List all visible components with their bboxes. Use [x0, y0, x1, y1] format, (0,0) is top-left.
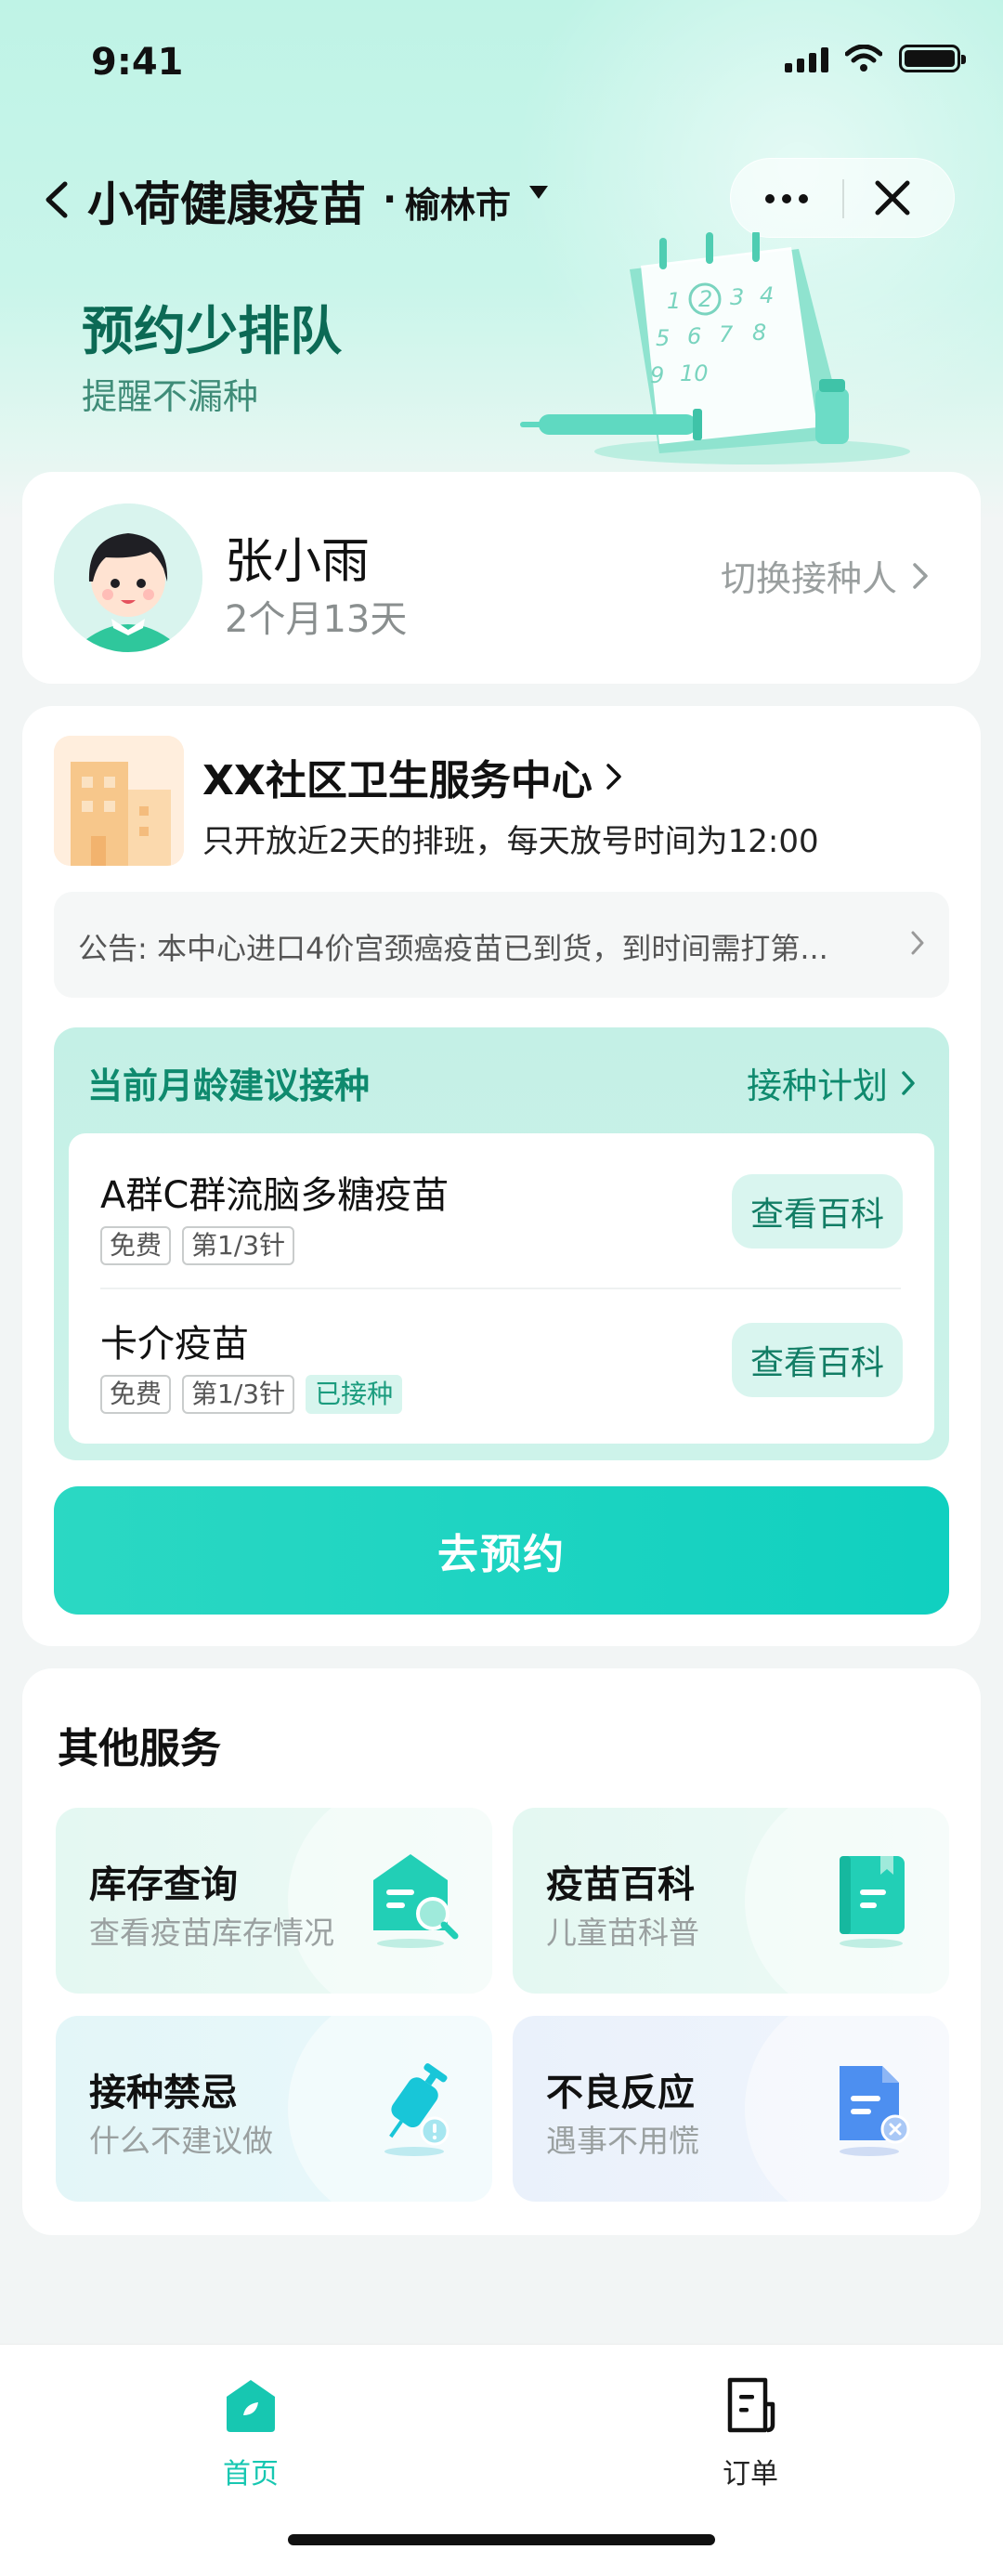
order-icon [727, 2377, 775, 2433]
vaccine-name: A群C群流脑多糖疫苗 [100, 1174, 449, 1217]
other-services-card: 其他服务 库存查询 查看疫苗库存情况 疫苗百科 儿童苗科普 接种禁忌 什么不建议… [22, 1668, 981, 2235]
wifi-icon [845, 45, 882, 72]
caret-down-icon[interactable] [529, 186, 548, 199]
tab-home[interactable]: 首页 [158, 2376, 344, 2506]
services-title: 其他服务 [58, 1725, 221, 1772]
capsule-divider [842, 179, 844, 218]
calendar-number: 2 [698, 286, 712, 312]
document-error-icon [840, 2066, 910, 2156]
service-subtitle: 查看疫苗库存情况 [89, 1915, 334, 1951]
service-subtitle: 儿童苗科普 [546, 1915, 699, 1951]
vaccination-plan-label: 接种计划 [746, 1066, 888, 1106]
service-inventory-query[interactable]: 库存查询 查看疫苗库存情况 [56, 1808, 492, 1994]
free-tag: 免费 [100, 1226, 172, 1265]
service-vaccine-wiki[interactable]: 疫苗百科 儿童苗科普 [513, 1808, 949, 1994]
vaccination-plan-link[interactable]: 接种计划 [747, 1057, 918, 1108]
banner-title: 预约少排队 [82, 302, 342, 362]
recommended-title: 当前月龄建议接种 [87, 1066, 371, 1106]
chevron-right-icon [902, 1070, 915, 1095]
mini-program-capsule [730, 158, 955, 238]
view-wiki-button[interactable]: 查看百科 [732, 1323, 903, 1397]
service-title: 接种禁忌 [89, 2072, 238, 2114]
service-title: 不良反应 [546, 2072, 695, 2114]
home-icon [227, 2380, 275, 2432]
vaccine-name: 卡介疫苗 [100, 1323, 249, 1366]
service-title: 库存查询 [89, 1863, 238, 1906]
clinic-name: XX社区卫生服务中心 [202, 757, 593, 804]
dose-tag: 第1/3针 [182, 1375, 295, 1414]
battery-icon [899, 45, 966, 72]
service-subtitle: 遇事不用慌 [546, 2123, 699, 2159]
chevron-right-icon [913, 562, 928, 589]
tab-label: 首页 [223, 2458, 279, 2491]
recipient-card: 张小雨 2个月13天 切换接种人 [22, 472, 981, 684]
close-icon[interactable] [866, 176, 918, 222]
title-separator: · [383, 178, 397, 221]
dose-tag: 第1/3针 [182, 1226, 295, 1265]
calendar-number: 1 [667, 288, 681, 314]
calendar-number: 5 [656, 325, 670, 351]
free-tag: 免费 [100, 1375, 172, 1414]
vaccinated-status-badge: 已接种 [306, 1375, 403, 1414]
calendar-vaccine-illustration: 1 2 3 4 5 6 7 8 9 10 [520, 232, 910, 464]
banner-subtitle: 提醒不漏种 [82, 376, 259, 417]
book-appointment-button[interactable]: 去预约 [54, 1486, 949, 1615]
recommended-vaccines-panel: 当前月龄建议接种 接种计划 A群C群流脑多糖疫苗 免费 第1/3针 查看百科 卡… [54, 1027, 949, 1460]
city-selector[interactable]: 榆林市 [405, 177, 511, 228]
back-icon[interactable] [35, 177, 82, 223]
recipient-age: 2个月13天 [225, 598, 408, 641]
switch-recipient-label: 切换接种人 [720, 558, 897, 599]
status-time: 9:41 [91, 41, 184, 84]
tab-label: 订单 [723, 2458, 778, 2491]
navigation-bar: 小荷健康疫苗 · 榆林市 [0, 158, 1003, 242]
announcement-text: 公告: 本中心进口4价宫颈癌疫苗已到货，到时间需打第... [78, 931, 828, 966]
recipient-name: 张小雨 [225, 534, 371, 590]
calendar-number: 8 [752, 320, 766, 346]
more-icon[interactable] [731, 159, 842, 239]
announcement-bar[interactable]: 公告: 本中心进口4价宫颈癌疫苗已到货，到时间需打第... [54, 892, 949, 998]
service-adverse-reactions[interactable]: 不良反应 遇事不用慌 [513, 2016, 949, 2202]
status-icons [785, 45, 966, 72]
vaccine-row: A群C群流脑多糖疫苗 免费 第1/3针 查看百科 [69, 1139, 934, 1288]
avatar [54, 503, 202, 652]
calendar-number: 6 [687, 323, 701, 349]
chevron-right-icon [606, 764, 621, 790]
service-subtitle: 什么不建议做 [89, 2123, 273, 2159]
chevron-right-icon [911, 931, 924, 955]
calendar-number: 3 [730, 284, 744, 310]
tab-orders[interactable]: 订单 [658, 2376, 843, 2506]
app-title: 小荷健康疫苗 [87, 177, 366, 231]
cellular-signal-icon [785, 46, 828, 72]
service-contraindications[interactable]: 接种禁忌 什么不建议做 [56, 2016, 492, 2202]
calendar-number: 7 [719, 321, 734, 347]
clinic-building-icon [54, 736, 184, 866]
child-avatar-icon [54, 503, 202, 652]
clinic-schedule-note: 只开放近2天的排班，每天放号时间为12:00 [202, 823, 819, 860]
switch-recipient-button[interactable]: 切换接种人 [721, 550, 931, 601]
inventory-search-icon [373, 1854, 459, 1948]
vaccine-tags: 免费 第1/3针 [100, 1226, 295, 1265]
view-wiki-button[interactable]: 查看百科 [732, 1174, 903, 1249]
vaccine-tags: 免费 第1/3针 已接种 [100, 1375, 403, 1414]
home-indicator [288, 2534, 715, 2545]
syringe-warning-icon [384, 2063, 449, 2156]
vaccine-list: A群C群流脑多糖疫苗 免费 第1/3针 查看百科 卡介疫苗 免费 第1/3针 已… [69, 1133, 934, 1444]
header-banner: 9:41 小荷健康疫苗 · 榆林市 预约少排队 提醒不漏种 1 2 3 4 5 … [0, 0, 1003, 520]
book-icon [840, 1856, 905, 1948]
service-title: 疫苗百科 [546, 1863, 695, 1906]
clinic-name-link[interactable]: XX社区卫生服务中心 [202, 747, 624, 806]
calendar-number: 10 [680, 360, 709, 386]
clinic-card: XX社区卫生服务中心 只开放近2天的排班，每天放号时间为12:00 公告: 本中… [22, 706, 981, 1646]
calendar-number: 4 [760, 282, 774, 308]
calendar-number: 9 [650, 362, 664, 388]
vaccine-row: 卡介疫苗 免费 第1/3针 已接种 查看百科 [69, 1288, 934, 1436]
